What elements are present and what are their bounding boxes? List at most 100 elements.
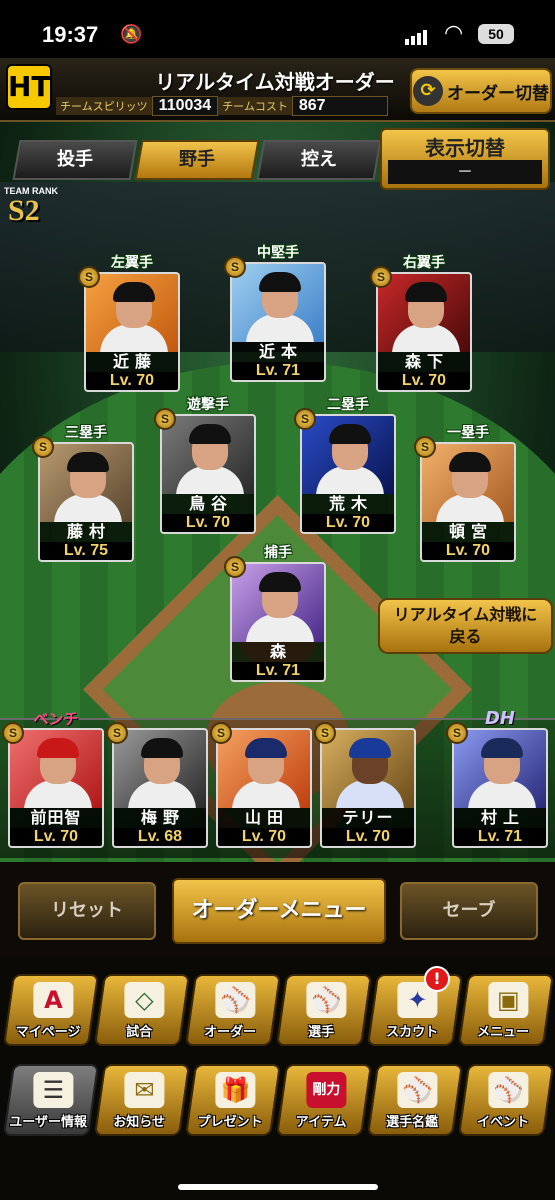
nav-mypage[interactable]: A マイページ [2, 974, 100, 1046]
nav-players[interactable]: ⚾ 選手 [275, 974, 373, 1046]
nav-event[interactable]: ⚾ イベント [457, 1064, 555, 1136]
player-level: Lv. 70 [420, 542, 516, 562]
page-title: リアルタイム対戦オーダー [155, 70, 395, 94]
player-card-second-base[interactable]: 二塁手 荒木 Lv. 70 S [294, 397, 396, 534]
player-card-catcher[interactable]: 捕手 森 Lv. 71 S [224, 545, 326, 682]
nav-label: 選手 [308, 1025, 335, 1040]
nav-label: スカウト [386, 1025, 439, 1040]
position-label: 遊撃手 [187, 397, 229, 413]
event-icon: ⚾ [488, 1072, 529, 1108]
home-indicator[interactable] [178, 1184, 378, 1190]
s-rank-badge: S [446, 722, 468, 744]
item-icon: 剛力 [306, 1072, 347, 1108]
s-rank-badge: S [154, 408, 176, 430]
nav-menu[interactable]: ▣ メニュー [457, 974, 555, 1046]
player-name: テリー [320, 808, 416, 828]
player-level: Lv. 70 [216, 828, 312, 848]
nav-label: メニュー [477, 1025, 530, 1040]
team-spirits-label: チームスピリッツ [56, 97, 152, 115]
gift-icon: 🎁 [215, 1072, 256, 1108]
player-name: 森 [230, 642, 326, 662]
team-spirits-value: 110034 [151, 96, 219, 116]
player-portrait [420, 442, 516, 522]
bench-card[interactable]: 山田 Lv. 70 S [210, 722, 312, 848]
nav-label: マイページ [15, 1025, 81, 1040]
directory-icon: ⚾ [397, 1072, 438, 1108]
order-menu-button[interactable]: オーダーメニュー [172, 878, 386, 944]
nav-present[interactable]: 🎁 プレゼント [184, 1064, 282, 1136]
player-name: 近本 [230, 342, 326, 362]
player-portrait [230, 562, 326, 642]
news-icon: ✉ [124, 1072, 165, 1108]
player-card-third-base[interactable]: 三塁手 藤村 Lv. 75 S [32, 425, 134, 562]
nav-user-info[interactable]: ☰ ユーザー情報 [2, 1064, 100, 1136]
team-logo: HT [6, 64, 52, 110]
position-label: 中堅手 [257, 245, 299, 261]
dh-card[interactable]: DH 村上 Lv. 71 S [446, 708, 548, 848]
s-rank-badge: S [210, 722, 232, 744]
nav-game[interactable]: ◇ 試合 [93, 974, 191, 1046]
field-icon: ⚾ [215, 982, 256, 1018]
position-label: 捕手 [264, 545, 292, 561]
tab-pitcher[interactable]: 投手 [12, 140, 138, 180]
save-button[interactable]: セーブ [400, 882, 538, 940]
order-switch-button[interactable]: ⟳ オーダー切替 [410, 68, 552, 114]
player-level: Lv. 70 [320, 828, 416, 848]
bench-card[interactable]: ベンチ 前田智 Lv. 70 S [2, 710, 104, 848]
nav-scout[interactable]: ✦ スカウト [366, 974, 464, 1046]
s-rank-badge: S [106, 722, 128, 744]
display-toggle-label: 表示切替 [425, 136, 505, 160]
nav-news[interactable]: ✉ お知らせ [93, 1064, 191, 1136]
bench-label: ベンチ [33, 710, 79, 728]
player-portrait [112, 728, 208, 808]
player-card-first-base[interactable]: 一塁手 頓宮 Lv. 70 S [414, 425, 516, 562]
player-level: Lv. 68 [112, 828, 208, 848]
player-level: Lv. 70 [84, 372, 180, 392]
reset-button[interactable]: リセット [18, 882, 156, 940]
order-switch-label: オーダー切替 [447, 83, 549, 104]
status-bar: 19:37 🔕 ◠ 50 [0, 0, 555, 58]
position-label: 右翼手 [403, 255, 445, 271]
player-level: Lv. 70 [160, 514, 256, 534]
nav-player-directory[interactable]: ⚾ 選手名鑑 [366, 1064, 464, 1136]
tab-bench[interactable]: 控え [256, 140, 382, 180]
nav-label: ユーザー情報 [9, 1115, 87, 1130]
display-toggle-button[interactable]: 表示切替 － [380, 128, 550, 190]
position-label: 二塁手 [327, 397, 369, 413]
player-level: Lv. 70 [300, 514, 396, 534]
bench-card[interactable]: テリー Lv. 70 S [314, 722, 416, 848]
nav-label: オーダー [204, 1025, 257, 1040]
bench-card[interactable]: 梅野 Lv. 68 S [106, 722, 208, 848]
player-card-left-field[interactable]: 左翼手 近藤 Lv. 70 S [78, 255, 180, 392]
dh-label: DH [484, 708, 515, 729]
return-button-line2: 戻る [449, 627, 482, 646]
player-level: Lv. 75 [38, 542, 134, 562]
tab-fielder[interactable]: 野手 [134, 140, 260, 180]
return-button-line1: リアルタイム対戦に [393, 605, 538, 624]
s-rank-badge: S [370, 266, 392, 288]
player-portrait [160, 414, 256, 494]
player-portrait [8, 728, 104, 808]
player-name: 村上 [452, 808, 548, 828]
s-rank-badge: S [78, 266, 100, 288]
mypage-icon: A [33, 982, 74, 1018]
player-card-right-field[interactable]: 右翼手 森下 Lv. 70 S [370, 255, 472, 392]
player-level: Lv. 71 [230, 362, 326, 382]
nav-order[interactable]: ⚾ オーダー [184, 974, 282, 1046]
player-name: 近藤 [84, 352, 180, 372]
nav-items[interactable]: 剛力 アイテム [275, 1064, 373, 1136]
player-icon: ⚾ [306, 982, 347, 1018]
return-to-realtime-button[interactable]: リアルタイム対戦に 戻る [378, 598, 553, 654]
player-card-shortstop[interactable]: 遊撃手 鳥谷 Lv. 70 S [154, 397, 256, 534]
player-name: 森下 [376, 352, 472, 372]
header: HT リアルタイム対戦オーダー チームスピリッツ 110034 チームコスト 8… [0, 58, 555, 122]
menu-icon: ▣ [488, 982, 529, 1018]
player-level: Lv. 70 [8, 828, 104, 848]
player-name: 荒木 [300, 494, 396, 514]
player-card-center-field[interactable]: 中堅手 近本 Lv. 71 S [224, 245, 326, 382]
stadium-icon: ◇ [124, 982, 165, 1018]
team-cost-label: チームコスト [218, 97, 292, 115]
s-rank-badge: S [414, 436, 436, 458]
player-name: 山田 [216, 808, 312, 828]
player-name: 頓宮 [420, 522, 516, 542]
